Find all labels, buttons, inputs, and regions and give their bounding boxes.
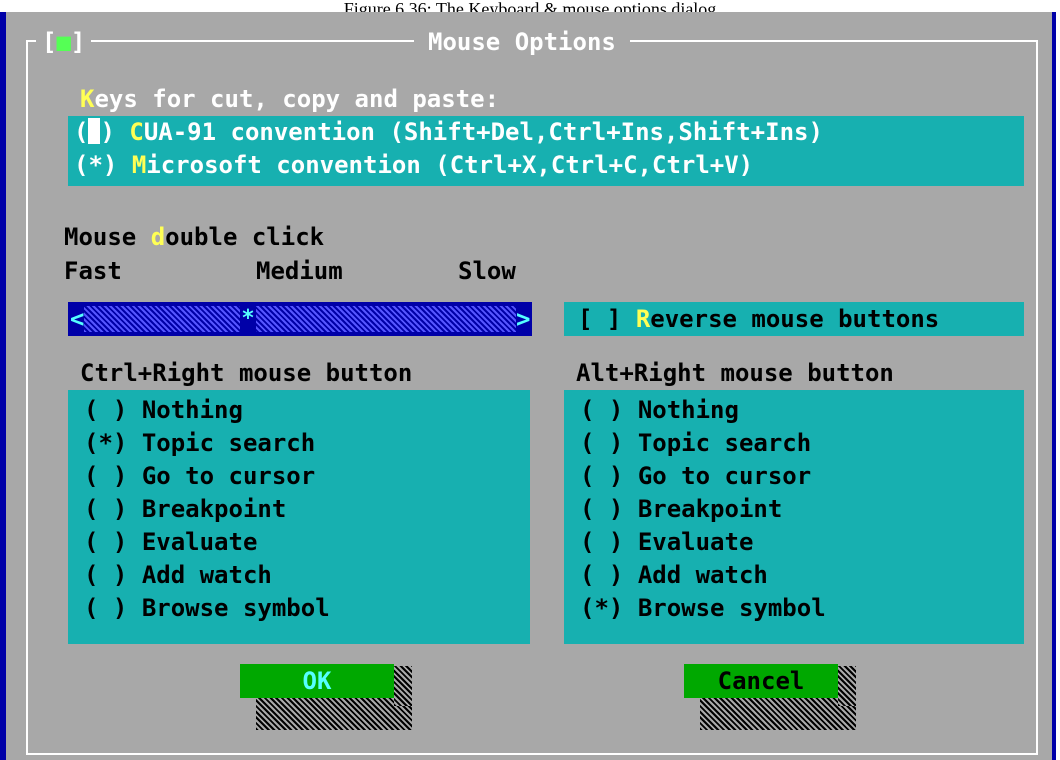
speed-medium-label: Medium — [256, 257, 343, 285]
radio-mark: ( ) — [84, 561, 128, 589]
alt-radio-evaluate[interactable]: ( ) Evaluate — [564, 526, 1024, 559]
close-box[interactable]: [■] — [36, 28, 92, 56]
radio-label: Nothing — [637, 396, 739, 424]
radio-mark: ( ) — [84, 594, 128, 622]
cua-rest: UA-91 convention (Shift+Del,Ctrl+Ins,Shi… — [143, 118, 823, 146]
double-click-label-b: ouble click — [165, 223, 325, 251]
slider-track[interactable] — [84, 306, 516, 332]
speed-slow-label: Slow — [458, 257, 516, 285]
ctrl-radio-topic-search[interactable]: (*) Topic search — [68, 427, 530, 460]
reverse-label-rest: everse mouse buttons — [650, 305, 940, 333]
dialog-title: Mouse Options — [414, 28, 630, 56]
speed-fast-label: Fast — [64, 257, 122, 285]
dialog-frame-bottom — [26, 753, 1038, 755]
radio-mark: ( ) — [580, 462, 624, 490]
radio-label: Breakpoint — [637, 495, 783, 523]
alt-radio-nothing[interactable]: ( ) Nothing — [564, 394, 1024, 427]
alt-right-label: Alt+Right mouse button — [576, 359, 894, 387]
radio-microsoft[interactable]: (*) Microsoft convention (Ctrl+X,Ctrl+C,… — [68, 149, 1024, 182]
clipboard-convention-group: () CUA-91 convention (Shift+Del,Ctrl+Ins… — [68, 116, 1024, 186]
reverse-hotkey: R — [635, 305, 651, 333]
radio-label: Breakpoint — [141, 495, 287, 523]
cua-hotkey: C — [129, 118, 144, 146]
ctrl-radio-go-to-cursor[interactable]: ( ) Go to cursor — [68, 460, 530, 493]
alt-radio-go-to-cursor[interactable]: ( ) Go to cursor — [564, 460, 1024, 493]
radio-mark: ( ) — [580, 561, 624, 589]
cancel-button[interactable]: Cancel — [684, 664, 838, 698]
text-cursor — [88, 118, 101, 144]
close-box-left: [ — [42, 28, 57, 56]
double-click-label: Mouse double click — [64, 222, 324, 252]
radio-mark: ( ) — [580, 396, 624, 424]
radio-label: Evaluate — [637, 528, 754, 556]
ctrl-radio-nothing[interactable]: ( ) Nothing — [68, 394, 530, 427]
dialog-frame-left — [26, 40, 28, 755]
mouse-options-dialog: [■] Mouse Options Keys for cut, copy and… — [0, 12, 1056, 760]
slider-right-arrow-icon[interactable]: > — [516, 302, 532, 336]
alt-radio-breakpoint[interactable]: ( ) Breakpoint — [564, 493, 1024, 526]
radio-label: Browse symbol — [637, 594, 826, 622]
reverse-mouse-buttons-checkbox[interactable]: [ ] Reverse mouse buttons — [564, 302, 1024, 336]
alt-radio-add-watch[interactable]: ( ) Add watch — [564, 559, 1024, 592]
slider-left-arrow-icon[interactable]: < — [70, 302, 86, 336]
alt-right-options-group: ( ) Nothing( ) Topic search( ) Go to cur… — [564, 390, 1024, 644]
ok-button[interactable]: OK — [240, 664, 394, 698]
clipboard-label: Keys for cut, copy and paste: — [80, 84, 499, 114]
close-icon: ■ — [56, 28, 71, 56]
radio-mark: (*) — [580, 594, 624, 622]
ctrl-radio-evaluate[interactable]: ( ) Evaluate — [68, 526, 530, 559]
radio-label: Go to cursor — [141, 462, 316, 490]
close-box-right: ] — [70, 28, 86, 56]
radio-label: Add watch — [637, 561, 768, 589]
radio-mark: ( ) — [84, 462, 128, 490]
reverse-checkbox-box: [ ] — [578, 305, 622, 333]
radio-label: Topic search — [141, 429, 316, 457]
clipboard-label-hotkey: K — [80, 85, 95, 113]
radio-label: Topic search — [637, 429, 812, 457]
microsoft-radio-mark: (*) — [74, 151, 118, 179]
ctrl-radio-breakpoint[interactable]: ( ) Breakpoint — [68, 493, 530, 526]
radio-label: Nothing — [141, 396, 243, 424]
slider-thumb[interactable]: * — [240, 302, 256, 336]
radio-mark: (*) — [84, 429, 128, 457]
microsoft-rest: icrosoft convention (Ctrl+X,Ctrl+C,Ctrl+… — [146, 151, 754, 179]
radio-mark: ( ) — [580, 495, 624, 523]
radio-label: Browse symbol — [141, 594, 330, 622]
radio-mark: ( ) — [84, 495, 128, 523]
radio-cua-91[interactable]: () CUA-91 convention (Shift+Del,Ctrl+Ins… — [68, 116, 1024, 149]
radio-mark: ( ) — [84, 396, 128, 424]
alt-radio-browse-symbol[interactable]: (*) Browse symbol — [564, 592, 1024, 625]
ctrl-radio-browse-symbol[interactable]: ( ) Browse symbol — [68, 592, 530, 625]
ctrl-right-label: Ctrl+Right mouse button — [80, 359, 413, 387]
double-click-speed-slider[interactable]: < > * — [68, 302, 532, 336]
radio-mark: ( ) — [580, 528, 624, 556]
radio-mark: ( ) — [580, 429, 624, 457]
alt-radio-topic-search[interactable]: ( ) Topic search — [564, 427, 1024, 460]
radio-label: Add watch — [141, 561, 272, 589]
radio-label: Evaluate — [141, 528, 258, 556]
microsoft-hotkey: M — [131, 151, 147, 179]
double-click-label-a: Mouse — [64, 223, 151, 251]
radio-label: Go to cursor — [637, 462, 812, 490]
cancel-button-shadow-side — [838, 666, 856, 706]
clipboard-label-rest: eys for cut, copy and paste: — [94, 85, 500, 113]
radio-mark: ( ) — [84, 528, 128, 556]
dialog-frame-right — [1036, 40, 1038, 755]
ok-button-shadow-side — [394, 666, 412, 706]
ctrl-right-options-group: ( ) Nothing (*) Topic search( ) Go to cur… — [68, 390, 530, 644]
double-click-hotkey: d — [150, 223, 166, 251]
ctrl-radio-add-watch[interactable]: ( ) Add watch — [68, 559, 530, 592]
